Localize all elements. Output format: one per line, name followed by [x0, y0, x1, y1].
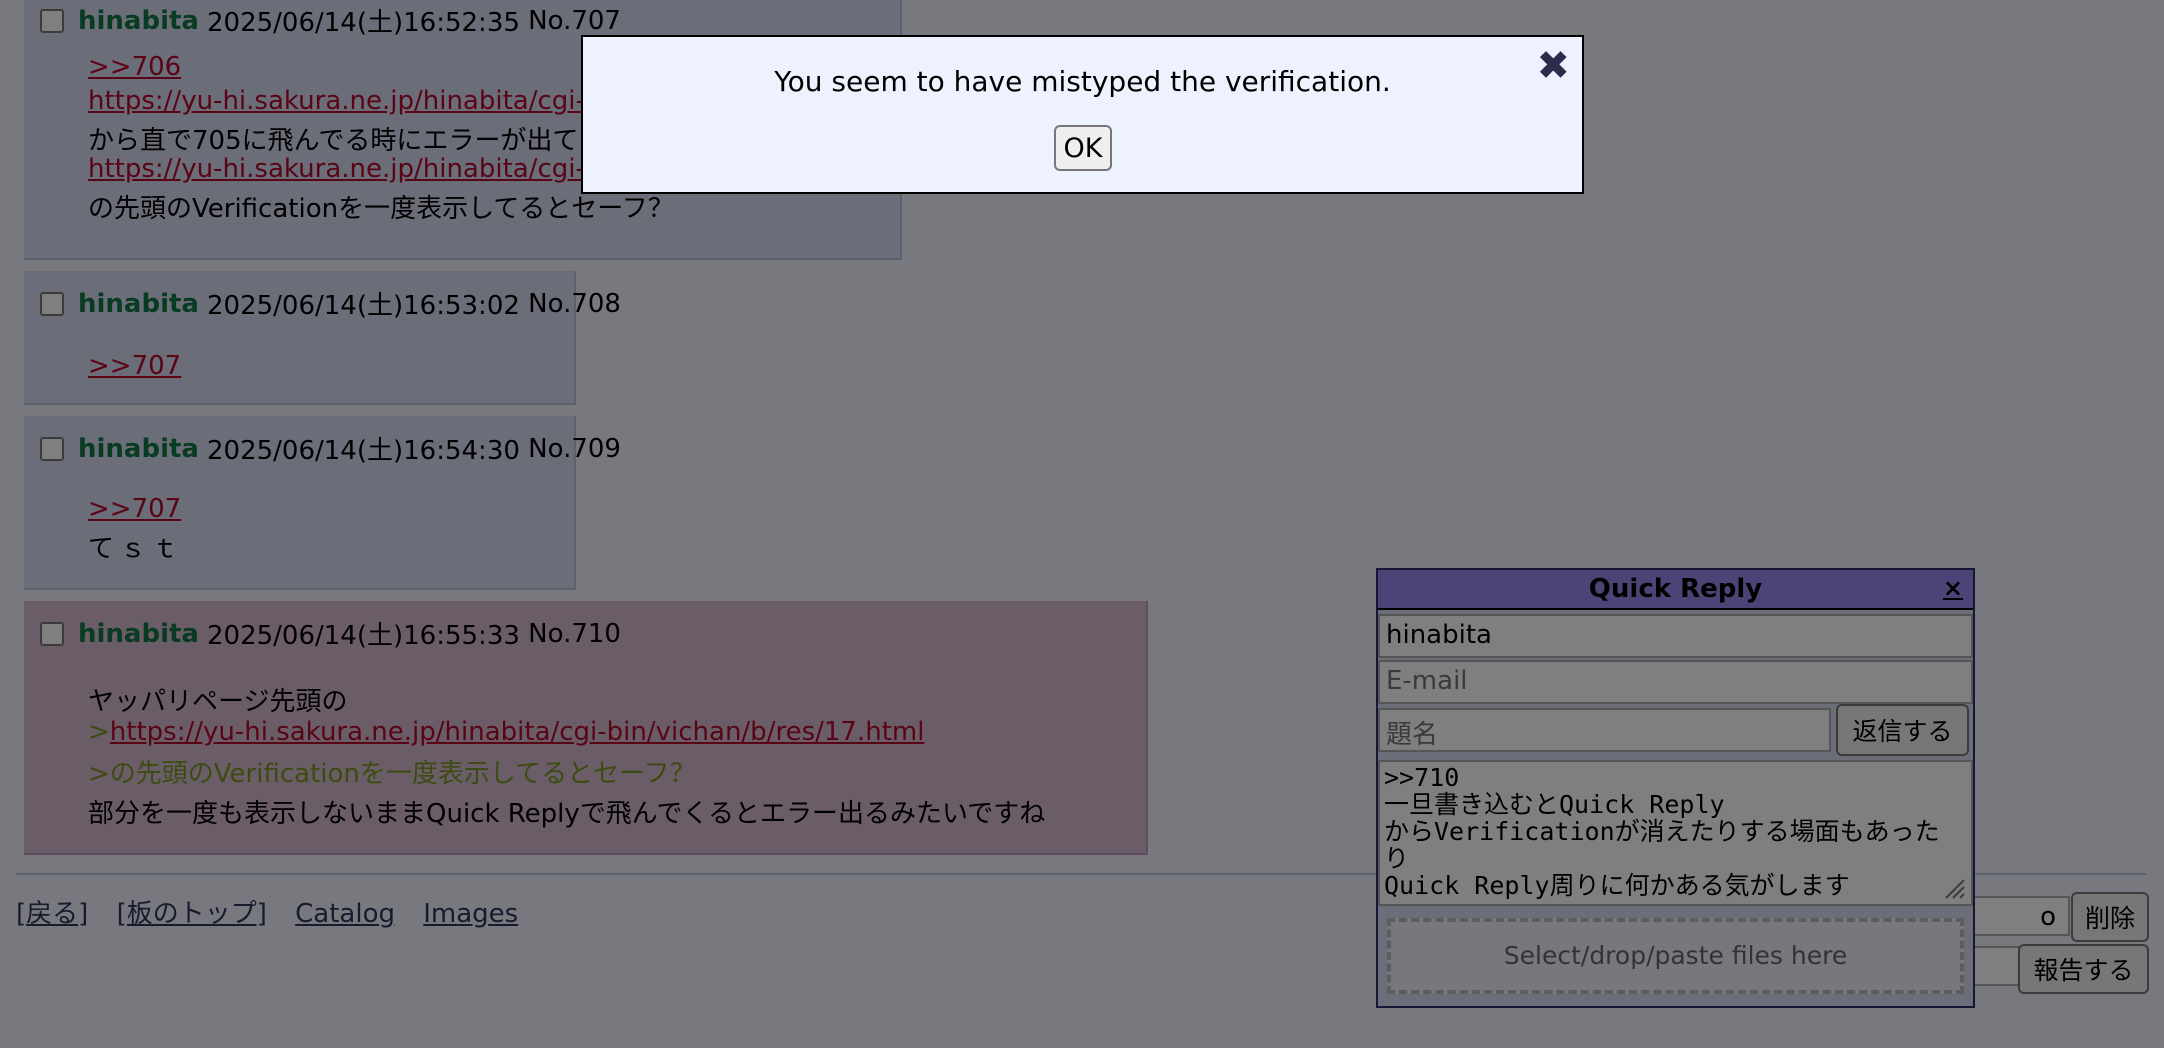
alert-ok-button[interactable]: OK	[1054, 125, 1112, 171]
alert-dialog: ✖ You seem to have mistyped the verifica…	[581, 35, 1584, 194]
alert-message: You seem to have mistyped the verificati…	[774, 65, 1391, 98]
thread-page: hinabita 2025/06/14(土)16:52:35 No.707 >>…	[0, 0, 2164, 1048]
